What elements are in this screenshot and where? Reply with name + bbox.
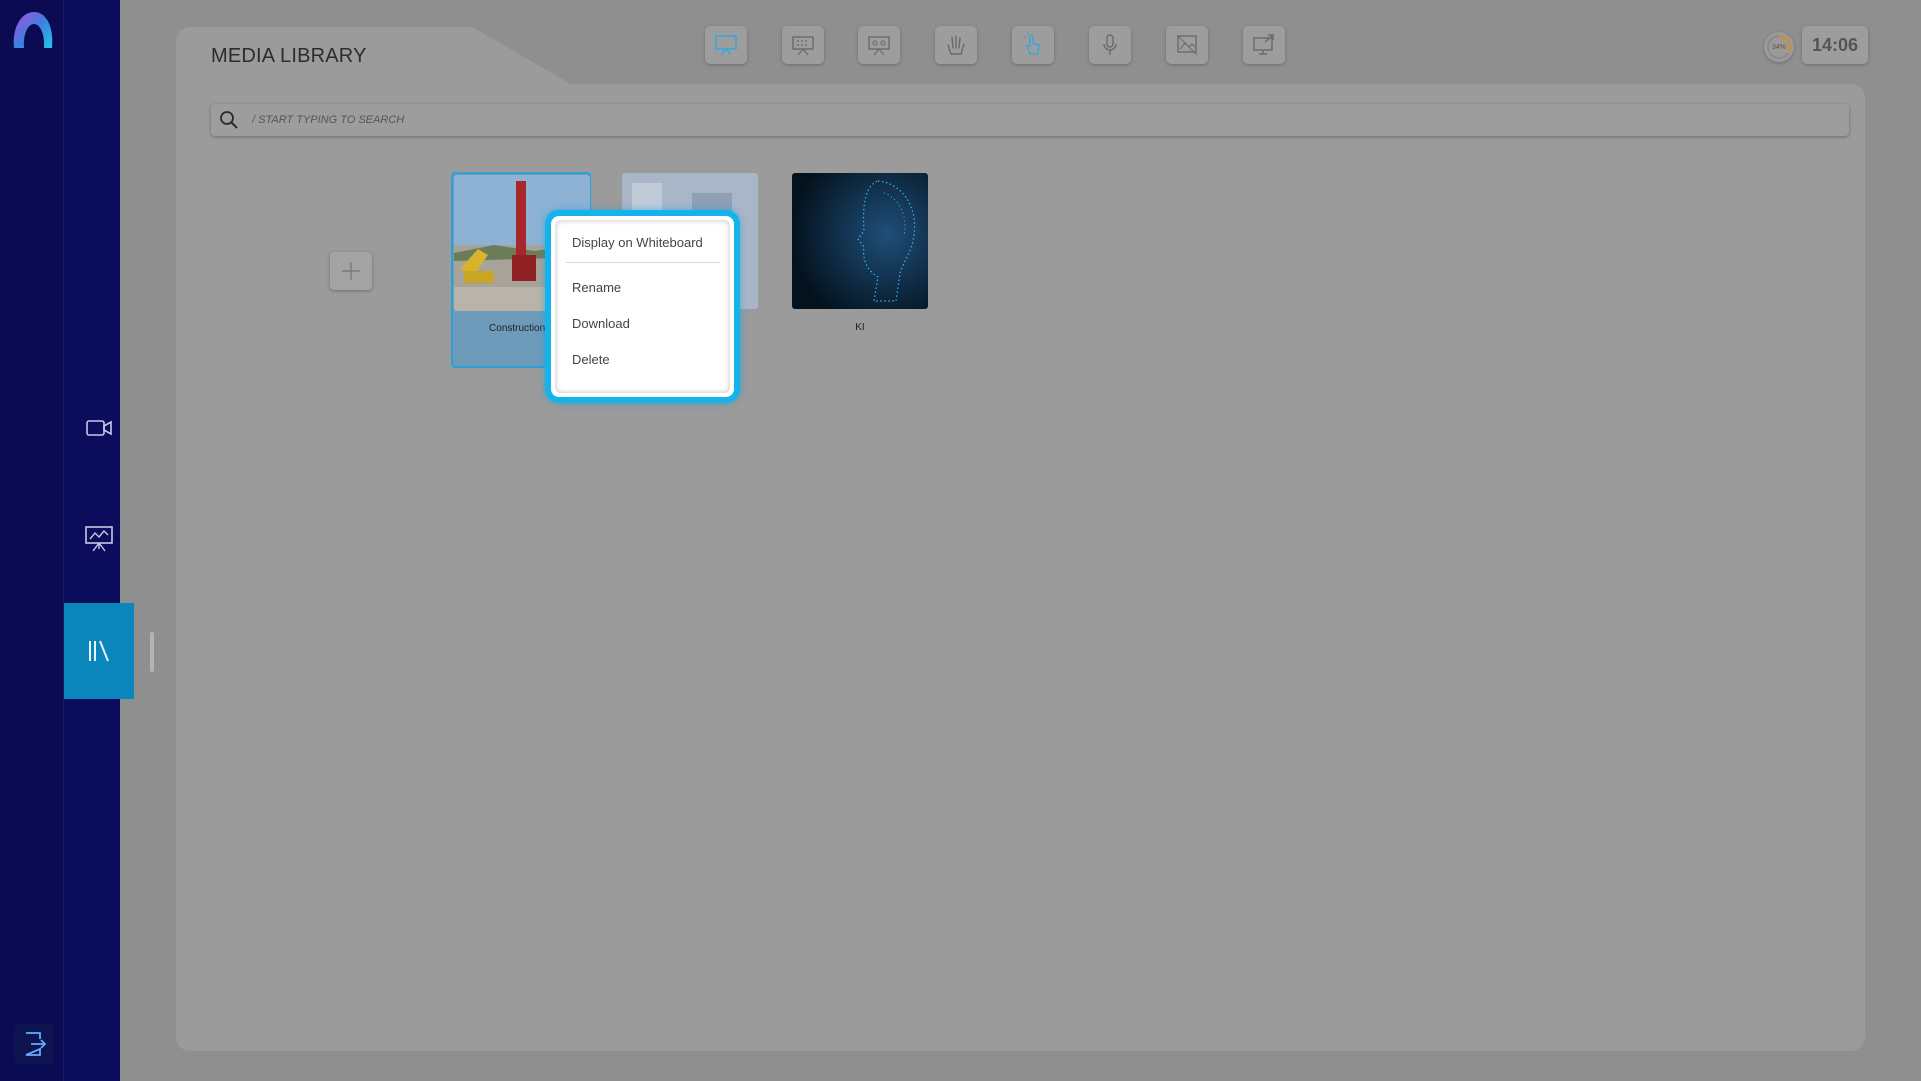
toolbar-screen-share-button[interactable] bbox=[1243, 26, 1285, 64]
media-thumbnail bbox=[792, 173, 928, 309]
page-title: MEDIA LIBRARY bbox=[211, 45, 367, 67]
menu-item-delete[interactable]: Delete bbox=[558, 341, 728, 377]
touch-pointer-icon bbox=[1023, 33, 1040, 55]
context-menu: Display on Whiteboard Rename Download De… bbox=[558, 224, 728, 377]
library-icon bbox=[89, 640, 109, 662]
toolbar-microphone-button[interactable] bbox=[1089, 26, 1131, 64]
presentation-icon bbox=[85, 526, 113, 552]
clock-widget: 14:06 bbox=[1802, 26, 1868, 64]
sidebar-item-library[interactable] bbox=[64, 603, 134, 699]
video-camera-icon bbox=[86, 420, 112, 436]
progress-gauge: 34% bbox=[1764, 32, 1794, 62]
screen-share-icon bbox=[1253, 34, 1274, 55]
presentation-screen-icon bbox=[715, 35, 737, 56]
toolbar-multiscreen-button[interactable] bbox=[858, 26, 900, 64]
microphone-icon bbox=[1103, 34, 1117, 55]
app-logo[interactable] bbox=[10, 8, 56, 52]
media-item[interactable]: KI bbox=[792, 173, 932, 369]
gauge-label: 34% bbox=[1771, 43, 1786, 51]
multi-screen-icon bbox=[868, 36, 890, 56]
main-panel bbox=[176, 84, 1865, 1051]
toolbar-touch-button[interactable] bbox=[1012, 26, 1054, 64]
sidebar-rail bbox=[0, 0, 64, 1081]
search-icon[interactable] bbox=[211, 104, 247, 136]
sidebar-item-presentation[interactable] bbox=[64, 490, 134, 586]
menu-item-download[interactable]: Download bbox=[558, 305, 728, 341]
sidebar-item-video[interactable] bbox=[64, 380, 134, 476]
menu-divider bbox=[566, 262, 720, 263]
plus-icon bbox=[342, 262, 360, 280]
image-frame-icon bbox=[1176, 34, 1198, 56]
toolbar-image-button[interactable] bbox=[1166, 26, 1208, 64]
hand-raise-icon bbox=[947, 35, 965, 55]
toolbar-presentation-button[interactable] bbox=[705, 26, 747, 64]
sidebar-resize-handle[interactable] bbox=[150, 632, 154, 672]
media-item-label: KI bbox=[855, 322, 865, 333]
menu-item-display-on-whiteboard[interactable]: Display on Whiteboard bbox=[558, 224, 728, 260]
grid-board-icon bbox=[792, 36, 814, 56]
exit-button[interactable] bbox=[14, 1024, 54, 1064]
toolbar-hand-button[interactable] bbox=[935, 26, 977, 64]
ai-face-photo bbox=[792, 173, 928, 309]
add-media-button[interactable] bbox=[330, 252, 372, 290]
toolbar-grid-button[interactable] bbox=[782, 26, 824, 64]
clock-time: 14:06 bbox=[1811, 34, 1859, 55]
search-input[interactable] bbox=[252, 106, 1842, 134]
exit-icon bbox=[25, 1032, 47, 1056]
menu-item-rename[interactable]: Rename bbox=[558, 269, 728, 305]
